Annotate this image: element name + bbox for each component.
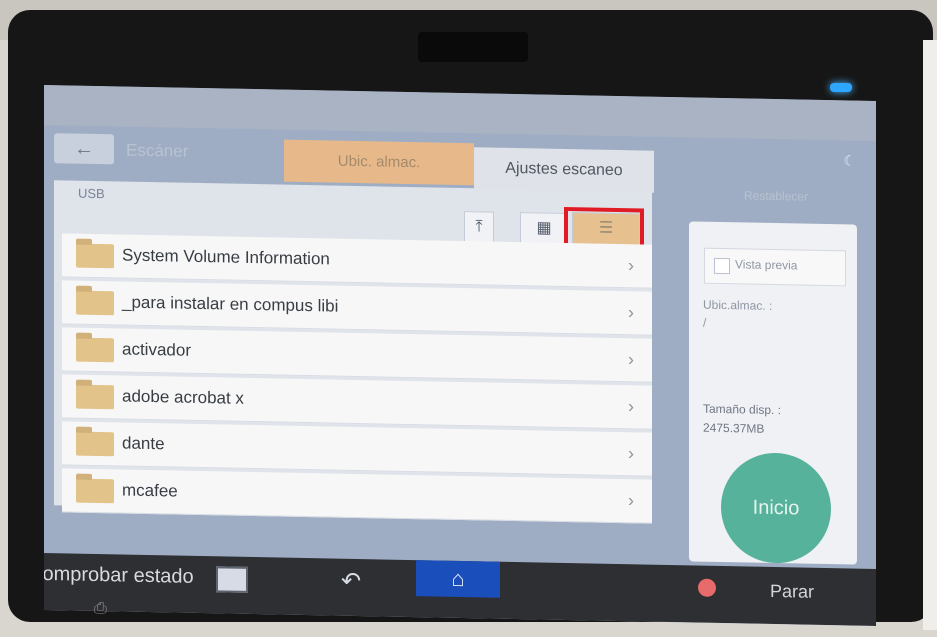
folder-name: dante [122,433,165,454]
chevron-right-icon: › [628,255,634,276]
status-icon [216,566,248,593]
upload-icon: ⤒ [475,218,483,236]
preview-label: Vista previa [735,257,798,273]
chevron-right-icon: › [628,396,634,417]
restore-button[interactable]: Restablecer [744,188,808,203]
upload-button[interactable]: ⤒ [464,211,494,244]
page-title: Escáner [126,140,189,161]
touch-screen: ← Escáner Ubic. almac. Ajustes escaneo ☾… [44,85,876,626]
folder-icon [76,431,114,457]
function-key-icon[interactable]: ⎙ [94,600,107,618]
camera-notch [418,32,528,62]
folder-name: adobe acrobat x [122,386,244,408]
grid-view-button[interactable]: ▦ [520,212,568,246]
check-status-button[interactable]: Comprobar estado [44,563,194,589]
list-item[interactable]: mcafee › [62,468,652,524]
printer-panel: ◌ ← Escáner Ubic. almac. Ajustes escaneo… [8,10,933,626]
home-icon: ⌂ [451,565,465,592]
folder-icon [76,243,114,269]
list-item[interactable]: activador › [62,327,652,383]
folder-name: System Volume Information [122,245,330,269]
chevron-right-icon: › [628,490,634,511]
grid-view-icon: ▦ [536,219,552,237]
folder-name: activador [122,339,191,360]
folder-icon [76,478,114,504]
home-button[interactable]: ⌂ [416,560,500,598]
checkbox-icon [714,257,730,275]
list-item[interactable]: dante › [62,421,652,477]
settings-panel: Vista previa Ubic.almac. : / Tamaño disp… [689,221,857,565]
chevron-right-icon: › [628,302,634,323]
folder-icon [76,337,114,363]
device-edge [923,40,937,630]
list-item[interactable]: adobe acrobat x › [62,374,652,430]
folder-icon [76,384,114,410]
tab-scan-settings[interactable]: Ajustes escaneo [474,147,654,193]
chevron-right-icon: › [628,349,634,370]
stop-button[interactable]: Parar [770,581,814,603]
folder-name: _para instalar en compus libi [122,292,339,316]
start-button[interactable]: Inicio [721,451,831,565]
file-list: System Volume Information › _para instal… [62,233,652,526]
back-button[interactable]: ← [54,133,114,165]
bottom-bar: Comprobar estado ↶ ⌂ Parar [44,553,876,626]
return-icon[interactable]: ↶ [341,567,361,596]
stop-icon [698,578,716,597]
top-status-bar [44,85,876,141]
storage-location-value: / [703,315,707,330]
sleep-icon: ☾ [843,152,856,169]
folder-icon [76,290,114,316]
preview-toggle[interactable]: Vista previa [704,247,846,287]
available-size-value: 2475.37MB [703,420,765,436]
tab-storage-location[interactable]: Ubic. almac. [284,139,474,186]
available-size-label: Tamaño disp. : [703,401,782,418]
back-arrow-icon: ← [74,137,94,160]
chevron-right-icon: › [628,443,634,464]
breadcrumb: USB [78,185,105,202]
list-item[interactable]: _para instalar en compus libi › [62,280,652,336]
storage-location-label: Ubic.almac. : [703,297,773,313]
folder-name: mcafee [122,480,178,501]
status-led [830,83,852,92]
